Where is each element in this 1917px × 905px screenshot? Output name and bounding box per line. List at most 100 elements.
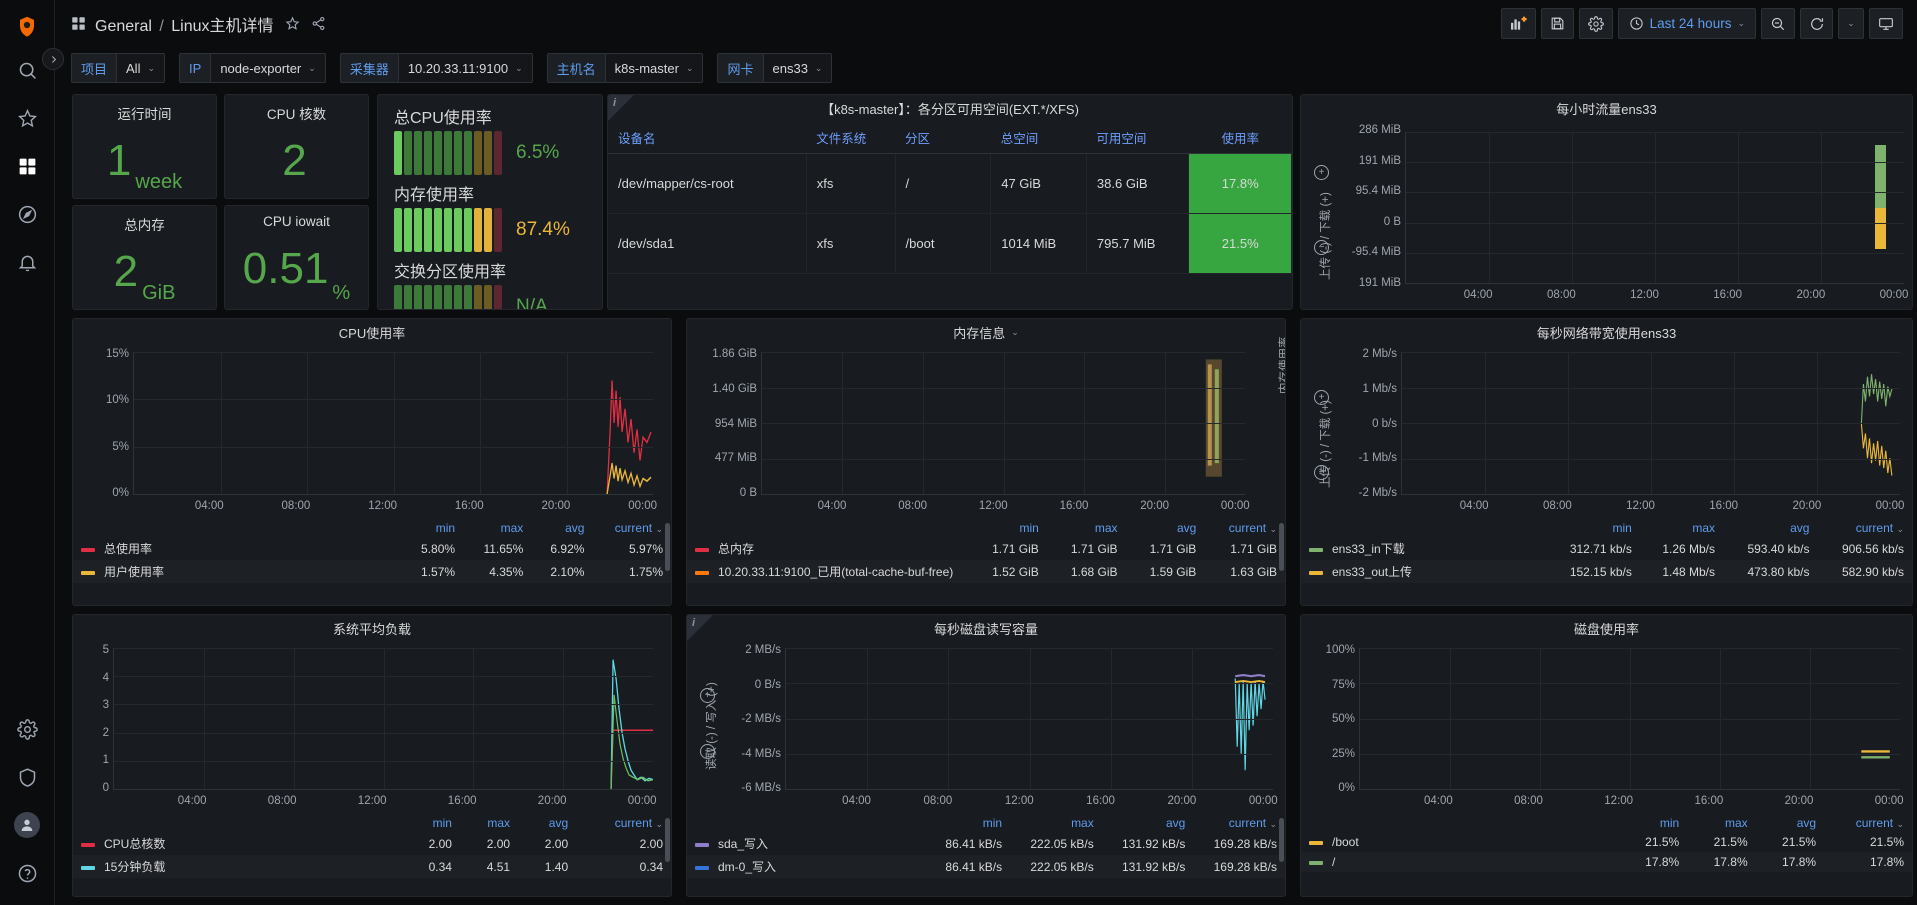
hourly-traffic-panel[interactable]: 每小时流量ens33 上传 (-) / 下载 (+) 286 MiB 191 Mi…	[1300, 94, 1913, 310]
legend-col-avg[interactable]: avg	[518, 814, 576, 832]
plot-area[interactable]	[133, 352, 653, 495]
disk-usage-panel[interactable]: 磁盘使用率 100% 75% 50% 25% 0% 04:00 08:00 12:00 16:…	[1300, 614, 1913, 897]
table-col-total[interactable]: 总空间	[990, 122, 1087, 154]
zoom-out-button[interactable]	[1761, 8, 1795, 39]
legend-col-min[interactable]: min	[402, 814, 460, 832]
sidebar-expand-button[interactable]	[42, 48, 64, 70]
plot-area[interactable]	[1359, 648, 1900, 790]
legend-col-min[interactable]: min	[1545, 519, 1639, 537]
tv-mode-button[interactable]	[1869, 8, 1903, 39]
table-col-available[interactable]: 可用空间	[1086, 122, 1189, 154]
legend-row[interactable]: 15分钟负载 0.34 4.51 1.40 0.34	[73, 855, 671, 878]
legend-row[interactable]: /boot 21.5% 21.5% 21.5% 21.5%	[1301, 832, 1912, 852]
legend-col-avg[interactable]: avg	[531, 519, 592, 537]
legend-col-min[interactable]: min	[402, 519, 463, 537]
legend-series-name: ens33_out上传	[1301, 560, 1546, 583]
variable-select[interactable]: All ⌄	[116, 53, 166, 83]
panel-title[interactable]: 内存信息 ⌄	[687, 319, 1285, 346]
table-row[interactable]: /dev/sda1 xfs /boot 1014 MiB 795.7 MiB 2…	[608, 213, 1292, 274]
page-title[interactable]: Linux主机详情	[171, 18, 273, 35]
save-dashboard-button[interactable]	[1540, 8, 1574, 39]
variable-select[interactable]: node-exporter ⌄	[210, 53, 326, 83]
plot-area[interactable]	[1405, 132, 1904, 284]
table-col-fs[interactable]: 文件系统	[806, 122, 896, 154]
cpu-usage-panel[interactable]: CPU使用率 15% 10% 5% 0% 04:00 08:00 12:00 16:00 20…	[72, 318, 672, 606]
legend-row[interactable]: 总内存 1.71 GiB 1.71 GiB 1.71 GiB 1.71 GiB	[687, 537, 1285, 560]
breadcrumb-folder[interactable]: General	[95, 18, 152, 35]
sidebar-item-help[interactable]	[0, 849, 55, 897]
legend-col-current[interactable]: current ⌄	[592, 519, 671, 537]
legend-scrollbar[interactable]	[1279, 523, 1284, 571]
dashboard-settings-button[interactable]	[1578, 8, 1613, 39]
add-panel-button[interactable]	[1500, 8, 1536, 39]
legend-col-current[interactable]: current ⌄	[576, 814, 671, 832]
stat-panel-cpu-cores[interactable]: CPU 核数 2	[224, 94, 369, 199]
legend-avg: 131.92 kB/s	[1121, 836, 1186, 851]
legend-col-max[interactable]: max	[463, 519, 531, 537]
legend-col-max[interactable]: max	[1687, 814, 1755, 832]
legend-row[interactable]: 总使用率 5.80% 11.65% 6.92% 5.97%	[73, 537, 671, 560]
legend-col-avg[interactable]: avg	[1126, 519, 1205, 537]
memory-info-panel[interactable]: 内存信息 ⌄ 1.86 GiB 1.40 GiB 954 MiB 477 MiB 0 B…	[686, 318, 1286, 606]
disk-io-panel[interactable]: i 每秒磁盘读写容量 读取 (-) / 写入 (+) 2 MB/s 0 B/s -2…	[686, 614, 1286, 897]
bargauge-cell	[454, 285, 462, 309]
legend-row[interactable]: dm-0_写入 86.41 kB/s 222.05 kB/s 131.92 kB…	[687, 855, 1285, 878]
variable-select[interactable]: ens33 ⌄	[762, 53, 833, 83]
legend-col-min[interactable]: min	[926, 814, 1010, 832]
legend-col-avg[interactable]: avg	[1723, 519, 1817, 537]
legend-row[interactable]: 用户使用率 1.57% 4.35% 2.10% 1.75%	[73, 560, 671, 583]
bargauge-panel[interactable]: 总CPU使用率 6.5% 内存使用率 87.4% 交换分区使用率 N/A	[377, 94, 603, 310]
plot-area[interactable]	[785, 648, 1273, 790]
legend-scrollbar[interactable]	[1279, 818, 1284, 862]
legend-row[interactable]: ens33_in下载 312.71 kb/s 1.26 Mb/s 593.40 …	[1301, 537, 1912, 560]
bargauge-cell	[464, 208, 472, 252]
legend-row[interactable]: sda_写入 86.41 kB/s 222.05 kB/s 131.92 kB/…	[687, 832, 1285, 855]
sidebar-item-server-admin[interactable]	[0, 753, 55, 801]
refresh-interval-dropdown[interactable]: ⌄	[1838, 8, 1864, 39]
legend-col-max[interactable]: max	[1047, 519, 1126, 537]
sidebar-item-starred[interactable]	[0, 94, 55, 142]
time-range-picker[interactable]: Last 24 hours ⌄	[1617, 8, 1756, 39]
legend-col-min[interactable]: min	[968, 519, 1047, 537]
table-col-mount[interactable]: 分区	[895, 122, 991, 154]
table-col-usage[interactable]: 使用率	[1188, 122, 1292, 154]
legend-col-current[interactable]: current ⌄	[1817, 519, 1912, 537]
plot-area[interactable]	[1401, 352, 1900, 495]
legend-col-avg[interactable]: avg	[1102, 814, 1194, 832]
network-bandwidth-panel[interactable]: 每秒网络带宽使用ens33 上传 (-) / 下载 (+) 2 Mb/s 1 Mb…	[1300, 318, 1913, 606]
variable-select[interactable]: k8s-master ⌄	[604, 53, 704, 83]
sidebar-item-profile[interactable]	[0, 801, 55, 849]
sidebar-item-alerting[interactable]	[0, 238, 55, 286]
legend-col-min[interactable]: min	[1619, 814, 1687, 832]
legend-col-max[interactable]: max	[1010, 814, 1102, 832]
sidebar-item-explore[interactable]	[0, 190, 55, 238]
table-col-device[interactable]: 设备名	[608, 122, 807, 154]
load-average-panel[interactable]: 系统平均负载 543210 04:00 08:00 12:00 16:00 20:00 0…	[72, 614, 672, 897]
disk-space-table-panel[interactable]: i 【k8s-master】：各分区可用空间(EXT.*/XFS) 设备名 文件…	[607, 94, 1293, 310]
stat-panel-cpu-iowait[interactable]: CPU iowait 0.51 %	[224, 205, 369, 310]
legend-scrollbar[interactable]	[665, 818, 670, 862]
sidebar-item-dashboards[interactable]	[0, 142, 55, 190]
share-nodes-icon[interactable]	[311, 16, 326, 31]
legend-col-current[interactable]: current ⌄	[1824, 814, 1912, 832]
legend-row[interactable]: ens33_out上传 152.15 kb/s 1.48 Mb/s 473.80…	[1301, 560, 1912, 583]
legend-row[interactable]: CPU总核数 2.00 2.00 2.00 2.00	[73, 832, 671, 855]
legend-scrollbar[interactable]	[665, 523, 670, 571]
plot-area[interactable]	[761, 352, 1245, 495]
legend-row[interactable]: / 17.8% 17.8% 17.8% 17.8%	[1301, 852, 1912, 872]
legend-col-max[interactable]: max	[460, 814, 518, 832]
legend-col-avg[interactable]: avg	[1756, 814, 1824, 832]
plot-area[interactable]	[113, 648, 654, 790]
stat-panel-uptime[interactable]: 运行时间 1 week	[72, 94, 217, 199]
star-outline-icon[interactable]	[285, 16, 300, 31]
refresh-button[interactable]	[1800, 8, 1833, 39]
stat-panel-total-memory[interactable]: 总内存 2 GiB	[72, 205, 217, 310]
legend-row[interactable]: 10.20.33.11:9100_已用(total-cache-buf-free…	[687, 560, 1285, 583]
table-row[interactable]: /dev/mapper/cs-root xfs / 47 GiB 38.6 Gi…	[608, 153, 1292, 214]
grafana-logo-icon[interactable]	[10, 12, 44, 46]
variable-select[interactable]: 10.20.33.11:9100 ⌄	[397, 53, 533, 83]
legend-col-current[interactable]: current ⌄	[1193, 814, 1285, 832]
legend-col-current[interactable]: current ⌄	[1204, 519, 1285, 537]
sidebar-item-configuration[interactable]	[0, 705, 55, 753]
legend-col-max[interactable]: max	[1640, 519, 1723, 537]
